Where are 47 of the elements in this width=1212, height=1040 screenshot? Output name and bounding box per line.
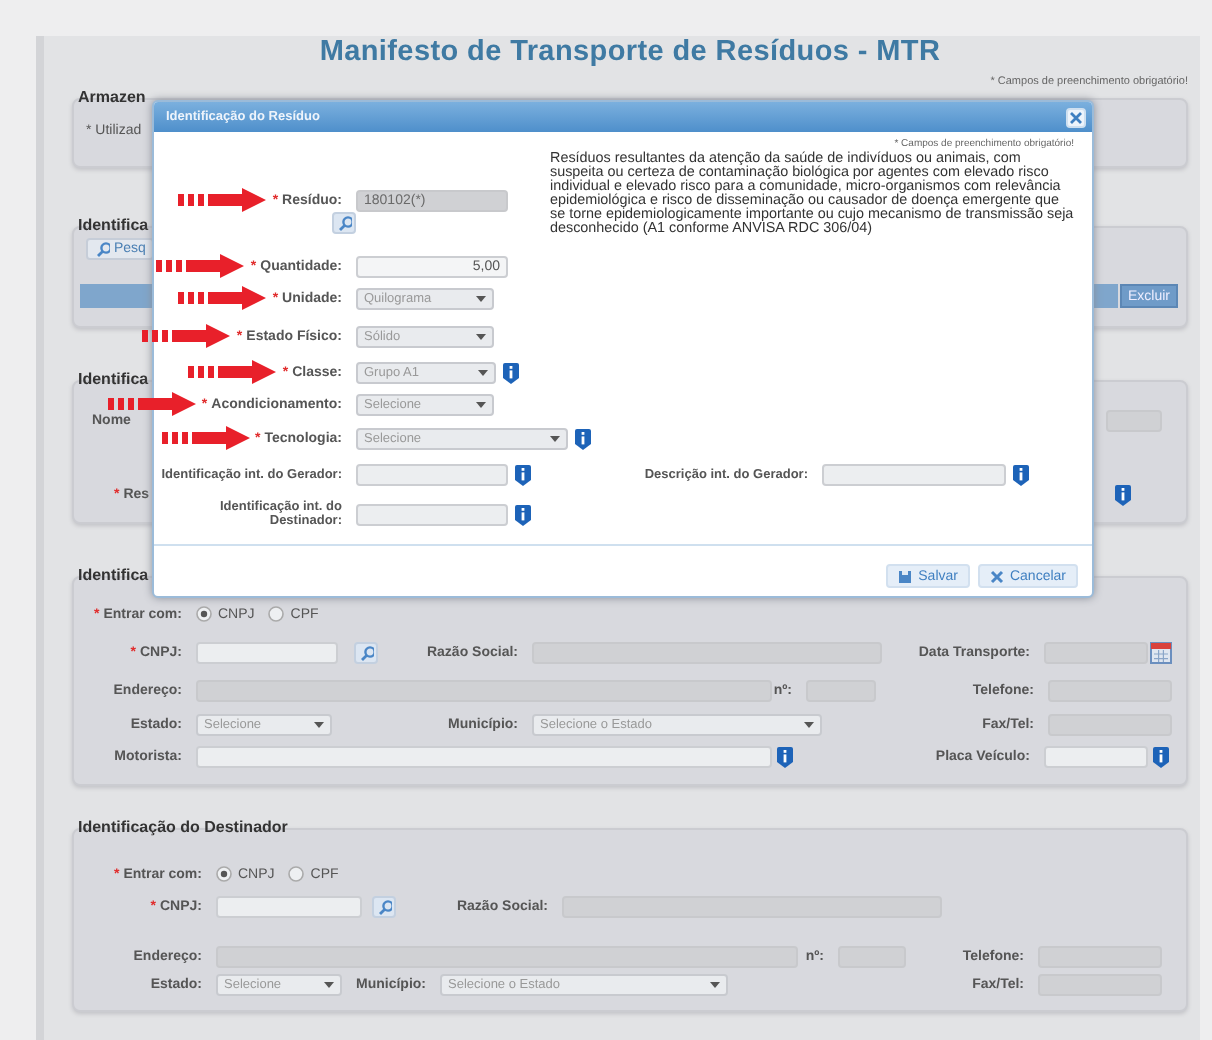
search-icon [94, 240, 110, 258]
info-icon[interactable] [1114, 484, 1132, 506]
section-heading: Identificação do Destinador [78, 818, 288, 838]
caret-icon [710, 981, 720, 987]
radio-button[interactable] [288, 866, 305, 882]
section-heading: Identifica [78, 370, 149, 390]
info-icon[interactable] [514, 463, 532, 485]
info-icon[interactable] [1151, 745, 1169, 767]
info-icon[interactable] [776, 745, 794, 767]
caret-icon [324, 981, 334, 987]
input-field[interactable] [196, 641, 338, 663]
input-field[interactable] [196, 745, 772, 767]
radio-button[interactable] [196, 606, 212, 622]
radio-button[interactable] [268, 606, 285, 622]
input-field[interactable] [822, 463, 1006, 485]
input-field[interactable] [356, 463, 508, 485]
input-field[interactable] [1044, 745, 1148, 767]
search-button[interactable] [332, 212, 356, 234]
floppy-icon [898, 569, 913, 583]
page-title: Manifesto de Transporte de Resíduos - MTR [317, 36, 943, 68]
calendar-icon[interactable] [1150, 641, 1172, 663]
search-icon [376, 897, 392, 915]
close-icon [989, 569, 1004, 583]
caret-icon [476, 401, 486, 407]
search-button[interactable] [354, 641, 378, 663]
search-icon [358, 643, 374, 661]
info-icon[interactable] [1012, 463, 1030, 485]
info-icon[interactable] [514, 503, 532, 525]
search-icon [336, 214, 352, 232]
close-icon [1070, 111, 1082, 123]
info-icon[interactable] [502, 361, 520, 383]
caret-icon [476, 295, 486, 301]
close-button[interactable] [1066, 107, 1086, 127]
input-field[interactable] [1044, 641, 1148, 663]
caret-icon [804, 721, 814, 727]
caret-icon [550, 435, 560, 441]
input-field[interactable] [356, 503, 508, 525]
section-heading: Identifica [78, 566, 149, 586]
caret-icon [478, 369, 488, 375]
section-heading: Armazen [78, 88, 146, 108]
input-field[interactable] [216, 895, 362, 917]
section-heading: Identifica [78, 216, 149, 236]
caret-icon [314, 721, 324, 727]
caret-icon [476, 333, 486, 339]
search-button[interactable] [372, 895, 396, 917]
radio-button[interactable] [216, 866, 232, 882]
info-icon[interactable] [574, 427, 592, 449]
